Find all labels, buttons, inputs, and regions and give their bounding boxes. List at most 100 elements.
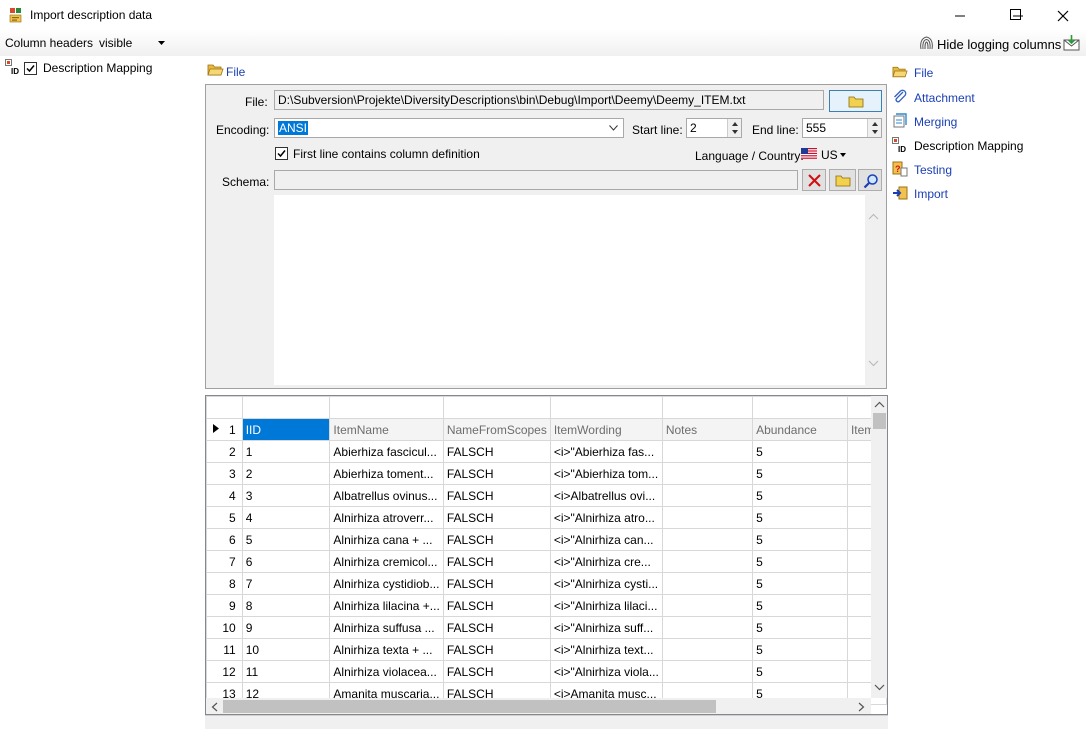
grid-cell[interactable]: FALSCH bbox=[442, 506, 551, 529]
grid-vertical-scrollbar[interactable] bbox=[871, 396, 887, 698]
row-number[interactable]: 9 bbox=[206, 594, 243, 617]
grid-cell[interactable] bbox=[661, 440, 754, 463]
grid-cell[interactable]: 5 bbox=[752, 660, 848, 683]
table-row[interactable]: 12 11 Alnirhiza violacea... FALSCH <i>"Alnir… bbox=[206, 660, 887, 683]
grid-cell[interactable]: FALSCH bbox=[442, 594, 551, 617]
grid-cell[interactable]: 6 bbox=[241, 550, 331, 573]
close-button[interactable] bbox=[1040, 0, 1086, 30]
file-path-field[interactable]: D:\Subversion\Projekte\DiversityDescript… bbox=[274, 90, 824, 110]
grid-cell[interactable]: FALSCH bbox=[442, 484, 551, 507]
grid-cell[interactable] bbox=[661, 638, 754, 661]
grid-cell[interactable]: Alnirhiza texta + ... bbox=[329, 638, 444, 661]
grid-cell[interactable] bbox=[661, 550, 754, 573]
grid-cell[interactable] bbox=[661, 484, 754, 507]
table-row[interactable]: 11 10 Alnirhiza texta + ... FALSCH <i>"Alnir… bbox=[206, 638, 887, 661]
grid-scroll-thumb[interactable] bbox=[873, 413, 886, 429]
start-line-stepper[interactable]: 2 bbox=[686, 118, 742, 138]
grid-cell[interactable]: 5 bbox=[752, 550, 848, 573]
row-number[interactable]: 4 bbox=[206, 484, 243, 507]
grid-cell[interactable]: 8 bbox=[241, 594, 331, 617]
grid-horizontal-scrollbar[interactable] bbox=[206, 698, 871, 714]
minimize-hit[interactable] bbox=[950, 6, 970, 24]
grid-cell[interactable]: 4 bbox=[241, 506, 331, 529]
grid-cell-header[interactable]: ItemWording bbox=[549, 418, 663, 441]
grid-cell[interactable]: <i>"Alnirhiza cysti... bbox=[549, 572, 663, 595]
grid-cell[interactable] bbox=[661, 594, 754, 617]
grid-cell[interactable] bbox=[661, 506, 754, 529]
hide-logging-button[interactable]: Hide logging columns bbox=[916, 33, 1061, 55]
grid-cell[interactable] bbox=[661, 660, 754, 683]
preview-textarea[interactable] bbox=[274, 195, 882, 385]
grid-cell[interactable] bbox=[661, 462, 754, 485]
column-headers-select[interactable]: visible bbox=[96, 33, 170, 53]
language-select[interactable]: US bbox=[801, 146, 851, 164]
table-row[interactable]: 4 3 Albatrellus ovinus... FALSCH <i>Albatrel… bbox=[206, 484, 887, 507]
grid-cell[interactable]: <i>"Alnirhiza cre... bbox=[549, 550, 663, 573]
grid-cell[interactable]: 5 bbox=[241, 528, 331, 551]
table-row[interactable]: 10 9 Alnirhiza suffusa ... FALSCH <i>"Alnirh… bbox=[206, 616, 887, 639]
grid-cell[interactable]: FALSCH bbox=[442, 462, 551, 485]
table-row[interactable]: 7 6 Alnirhiza cremicol... FALSCH <i>"Alnirhi… bbox=[206, 550, 887, 573]
grid-hscroll-thumb[interactable] bbox=[223, 700, 716, 713]
row-number[interactable]: 2 bbox=[206, 440, 243, 463]
grid-cell[interactable]: FALSCH bbox=[442, 440, 551, 463]
grid-cell[interactable]: 1 bbox=[241, 440, 331, 463]
row-number[interactable]: 3 bbox=[206, 462, 243, 485]
grid-cell[interactable]: FALSCH bbox=[442, 638, 551, 661]
search-schema-button[interactable] bbox=[858, 169, 882, 191]
grid-cell[interactable]: <i>"Abierhiza tom... bbox=[549, 462, 663, 485]
first-line-label[interactable]: First line contains column definition bbox=[293, 147, 480, 161]
grid-cell[interactable]: 5 bbox=[752, 462, 848, 485]
row-number[interactable]: 6 bbox=[206, 528, 243, 551]
grid-cell[interactable]: Alnirhiza cana + ... bbox=[329, 528, 444, 551]
grid-cell[interactable]: <i>Albatrellus ovi... bbox=[549, 484, 663, 507]
grid-cell[interactable]: Albatrellus ovinus... bbox=[329, 484, 444, 507]
browse-file-button[interactable] bbox=[829, 90, 882, 112]
grid-cell[interactable]: Alnirhiza cremicol... bbox=[329, 550, 444, 573]
grid-cell[interactable]: 11 bbox=[241, 660, 331, 683]
encoding-select[interactable]: ANSI bbox=[274, 118, 624, 138]
row-number[interactable]: 5 bbox=[206, 506, 243, 529]
grid-cell[interactable]: 7 bbox=[241, 572, 331, 595]
grid-cell[interactable]: FALSCH bbox=[442, 660, 551, 683]
open-schema-button[interactable] bbox=[829, 169, 856, 191]
end-line-spin[interactable] bbox=[867, 119, 881, 137]
clear-schema-button[interactable] bbox=[802, 169, 826, 191]
grid-cell[interactable]: 5 bbox=[752, 528, 848, 551]
grid-cell[interactable] bbox=[661, 528, 754, 551]
grid-cell[interactable]: 9 bbox=[241, 616, 331, 639]
grid-cell[interactable]: Alnirhiza violacea... bbox=[329, 660, 444, 683]
table-row[interactable]: 3 2 Abierhiza toment... FALSCH <i>"Abierhiza… bbox=[206, 462, 887, 485]
grid-cell[interactable]: 5 bbox=[752, 506, 848, 529]
grid-cell[interactable] bbox=[661, 572, 754, 595]
table-row[interactable]: 2 1 Abierhiza fascicul... FALSCH <i>"Abierhi… bbox=[206, 440, 887, 463]
row-number[interactable]: 11 bbox=[206, 638, 243, 661]
grid-cell[interactable]: 5 bbox=[752, 572, 848, 595]
row-number[interactable]: 10 bbox=[206, 616, 243, 639]
grid-cell[interactable]: Alnirhiza atroverr... bbox=[329, 506, 444, 529]
row-number[interactable]: 7 bbox=[206, 550, 243, 573]
tree-item-label[interactable]: Description Mapping bbox=[43, 61, 152, 75]
grid-cell[interactable]: Alnirhiza suffusa ... bbox=[329, 616, 444, 639]
grid-cell[interactable]: <i>"Alnirhiza text... bbox=[549, 638, 663, 661]
grid-cell[interactable]: 5 bbox=[752, 484, 848, 507]
grid-cell-header[interactable]: IID bbox=[241, 418, 331, 441]
grid-cell[interactable]: <i>"Abierhiza fas... bbox=[549, 440, 663, 463]
grid-cell[interactable]: 5 bbox=[752, 440, 848, 463]
row-number[interactable]: 8 bbox=[206, 572, 243, 595]
grid-cell-header[interactable]: Notes bbox=[661, 418, 754, 441]
end-line-stepper[interactable]: 555 bbox=[802, 118, 882, 138]
grid-cell[interactable]: 5 bbox=[752, 594, 848, 617]
table-row[interactable]: 9 8 Alnirhiza lilacina +... FALSCH <i>"Alnir… bbox=[206, 594, 887, 617]
grid-cell-header[interactable]: NameFromScopes bbox=[442, 418, 551, 441]
first-line-checkbox[interactable] bbox=[275, 147, 288, 160]
grid-cell[interactable]: FALSCH bbox=[442, 550, 551, 573]
grid-cell[interactable]: <i>"Alnirhiza viola... bbox=[549, 660, 663, 683]
table-row[interactable]: 6 5 Alnirhiza cana + ... FALSCH <i>"Alnirhiz… bbox=[206, 528, 887, 551]
grid-cell[interactable]: Alnirhiza lilacina +... bbox=[329, 594, 444, 617]
grid-cell[interactable]: FALSCH bbox=[442, 616, 551, 639]
grid-cell[interactable] bbox=[661, 616, 754, 639]
table-row[interactable]: 8 7 Alnirhiza cystidiob... FALSCH <i>"Alnirh… bbox=[206, 572, 887, 595]
grid-cell[interactable]: Abierhiza toment... bbox=[329, 462, 444, 485]
grid-cell[interactable]: FALSCH bbox=[442, 528, 551, 551]
